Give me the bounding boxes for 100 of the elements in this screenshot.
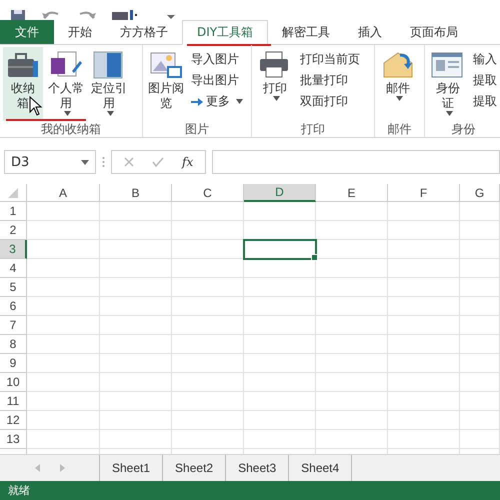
- ribbon-button[interactable]: 导入图片: [189, 51, 245, 68]
- ribbon-button[interactable]: 提取: [471, 93, 499, 110]
- ribbon-button[interactable]: 输入: [471, 51, 499, 68]
- spreadsheet-cell[interactable]: [316, 392, 388, 411]
- spreadsheet-cell[interactable]: [316, 316, 388, 335]
- spreadsheet-cell[interactable]: [460, 259, 500, 278]
- spreadsheet-cell[interactable]: [27, 373, 100, 392]
- check-icon[interactable]: [152, 157, 164, 167]
- spreadsheet-cell[interactable]: [316, 297, 388, 316]
- spreadsheet-cell[interactable]: [172, 202, 244, 221]
- spreadsheet-cell[interactable]: [100, 430, 172, 449]
- row-header[interactable]: 7: [0, 316, 27, 335]
- ribbon-tab[interactable]: 插入: [344, 20, 396, 44]
- ribbon-button[interactable]: 更多: [189, 93, 245, 110]
- spreadsheet-cell[interactable]: [100, 335, 172, 354]
- name-box[interactable]: D3: [4, 150, 96, 174]
- column-header[interactable]: G: [460, 184, 500, 202]
- column-header[interactable]: E: [316, 184, 388, 202]
- spreadsheet-cell[interactable]: [172, 354, 244, 373]
- spreadsheet-cell[interactable]: [244, 335, 316, 354]
- spreadsheet-cell[interactable]: [172, 221, 244, 240]
- spreadsheet-cell[interactable]: [388, 335, 460, 354]
- row-header[interactable]: 1: [0, 202, 27, 221]
- row-header[interactable]: 8: [0, 335, 27, 354]
- spreadsheet-cell[interactable]: [27, 240, 100, 259]
- spreadsheet-cell[interactable]: [244, 202, 316, 221]
- spreadsheet-cell[interactable]: [172, 392, 244, 411]
- ribbon-tab[interactable]: 解密工具: [268, 20, 344, 44]
- spreadsheet-cell[interactable]: [388, 392, 460, 411]
- ribbon-button[interactable]: 提取: [471, 72, 499, 89]
- row-header[interactable]: 3: [0, 240, 27, 259]
- spreadsheet-cell[interactable]: [27, 297, 100, 316]
- spreadsheet-cell[interactable]: [316, 411, 388, 430]
- spreadsheet-cell[interactable]: [460, 240, 500, 259]
- spreadsheet-cell[interactable]: [244, 297, 316, 316]
- ribbon-button[interactable]: 收纳箱: [3, 47, 43, 121]
- spreadsheet-cell[interactable]: [388, 278, 460, 297]
- spreadsheet-cell[interactable]: [100, 373, 172, 392]
- spreadsheet-cell[interactable]: [27, 430, 100, 449]
- spreadsheet-cell[interactable]: [27, 392, 100, 411]
- ribbon-button[interactable]: 邮件: [378, 47, 418, 121]
- spreadsheet-cell[interactable]: [316, 430, 388, 449]
- row-header[interactable]: 13: [0, 430, 27, 449]
- selected-cell[interactable]: [244, 240, 316, 259]
- spreadsheet-cell[interactable]: [388, 373, 460, 392]
- row-header[interactable]: 4: [0, 259, 27, 278]
- spreadsheet-cell[interactable]: [27, 202, 100, 221]
- row-header[interactable]: 6: [0, 297, 27, 316]
- spreadsheet-cell[interactable]: [100, 259, 172, 278]
- spreadsheet-cell[interactable]: [388, 240, 460, 259]
- spreadsheet-cell[interactable]: [460, 221, 500, 240]
- spreadsheet-cell[interactable]: [100, 202, 172, 221]
- spreadsheet-cell[interactable]: [100, 392, 172, 411]
- row-header[interactable]: 12: [0, 411, 27, 430]
- spreadsheet-cell[interactable]: [244, 392, 316, 411]
- spreadsheet-cell[interactable]: [388, 316, 460, 335]
- spreadsheet-cell[interactable]: [316, 354, 388, 373]
- spreadsheet-cell[interactable]: [244, 278, 316, 297]
- spreadsheet-cell[interactable]: [172, 430, 244, 449]
- row-header[interactable]: 10: [0, 373, 27, 392]
- ribbon-button[interactable]: 定位引用: [89, 47, 129, 121]
- spreadsheet-cell[interactable]: [172, 335, 244, 354]
- spreadsheet-cell[interactable]: [27, 316, 100, 335]
- spreadsheet-cell[interactable]: [460, 392, 500, 411]
- spreadsheet-cell[interactable]: [316, 373, 388, 392]
- ribbon-tab[interactable]: DIY工具箱: [182, 20, 268, 45]
- spreadsheet-cell[interactable]: [388, 259, 460, 278]
- spreadsheet-cell[interactable]: [172, 278, 244, 297]
- ribbon-tab[interactable]: 开始: [54, 20, 106, 44]
- spreadsheet-cell[interactable]: [100, 316, 172, 335]
- spreadsheet-cell[interactable]: [27, 335, 100, 354]
- file-tab[interactable]: 文件: [0, 20, 54, 44]
- spreadsheet-cell[interactable]: [388, 202, 460, 221]
- spreadsheet-cell[interactable]: [460, 411, 500, 430]
- spreadsheet-cell[interactable]: [316, 221, 388, 240]
- spreadsheet-cell[interactable]: [100, 278, 172, 297]
- spreadsheet-cell[interactable]: [316, 259, 388, 278]
- close-icon[interactable]: [124, 157, 134, 167]
- column-header[interactable]: A: [27, 184, 100, 202]
- spreadsheet-cell[interactable]: [100, 240, 172, 259]
- spreadsheet-cell[interactable]: [460, 278, 500, 297]
- spreadsheet-cell[interactable]: [100, 297, 172, 316]
- spreadsheet-cell[interactable]: [460, 316, 500, 335]
- spreadsheet-cell[interactable]: [172, 316, 244, 335]
- spreadsheet-cell[interactable]: [388, 411, 460, 430]
- spreadsheet-cell[interactable]: [27, 354, 100, 373]
- column-header[interactable]: D: [244, 184, 316, 202]
- spreadsheet-cell[interactable]: [316, 202, 388, 221]
- spreadsheet-cell[interactable]: [27, 278, 100, 297]
- column-header[interactable]: B: [100, 184, 172, 202]
- ribbon-tab[interactable]: 方方格子: [106, 20, 182, 44]
- insert-function-button[interactable]: fx: [182, 155, 194, 169]
- spreadsheet-cell[interactable]: [460, 202, 500, 221]
- spreadsheet-cell[interactable]: [316, 335, 388, 354]
- ribbon-button[interactable]: 双面打印: [298, 93, 362, 110]
- spreadsheet-cell[interactable]: [388, 221, 460, 240]
- spreadsheet-cell[interactable]: [27, 221, 100, 240]
- spreadsheet-cell[interactable]: [460, 373, 500, 392]
- spreadsheet-cell[interactable]: [244, 316, 316, 335]
- ribbon-button[interactable]: 批量打印: [298, 72, 362, 89]
